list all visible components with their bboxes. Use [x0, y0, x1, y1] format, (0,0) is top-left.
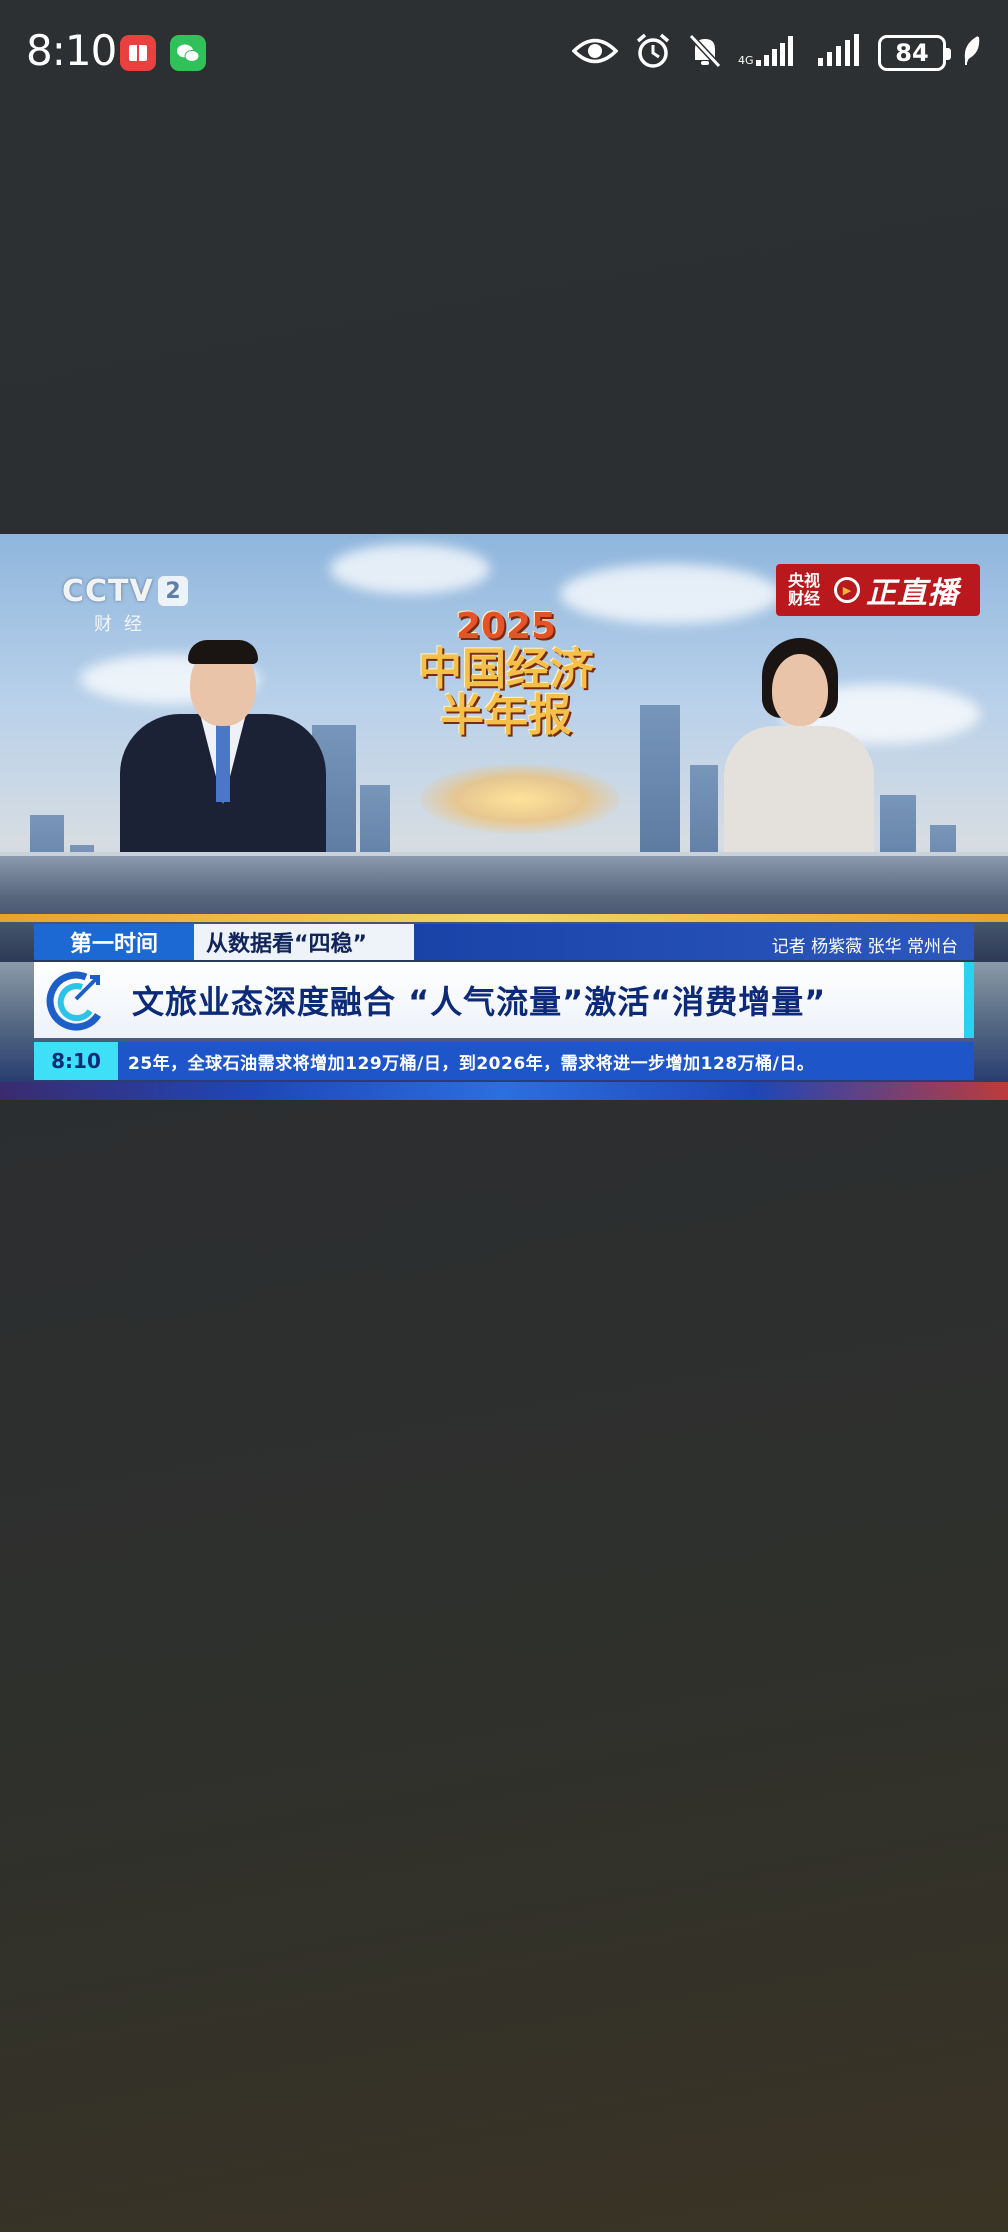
- show-title-line2: 半年报: [440, 690, 572, 742]
- studio-glow: [420, 764, 620, 834]
- signal-1-icon: 4G: [738, 34, 800, 72]
- notification-app-icon: [120, 35, 156, 71]
- live-brand-line1: 央视: [787, 571, 820, 591]
- video-player[interactable]: CCTV 2 财经 2025 中国经济 半年报 央视 财经 ▶ 正直播 第一时间…: [0, 534, 1008, 1100]
- channel-number: 2: [158, 576, 188, 606]
- lower-third-top: 第一时间 从数据看“四稳” 记者 杨紫薇 张华 常州台: [34, 924, 974, 960]
- show-year: 2025: [455, 606, 557, 647]
- show-title: 2025 中国经济 半年报: [390, 606, 622, 739]
- news-ticker: 8:10 25年，全球石油需求将增加129万桶/日，到2026年，需求将进一步增…: [34, 1042, 974, 1080]
- battery-level: 84: [895, 39, 929, 67]
- battery-indicator: 84: [878, 35, 951, 71]
- live-label: 正直播: [866, 576, 959, 611]
- anchor-tie: [216, 722, 230, 802]
- female-anchor: [722, 614, 882, 866]
- lower-third-base: [0, 1082, 1008, 1100]
- anchor-hair: [188, 640, 258, 664]
- live-brand: 央视 财经: [776, 572, 828, 607]
- ticker-clock: 8:10: [34, 1042, 118, 1080]
- live-brand-line2: 财经: [787, 589, 820, 608]
- show-title-line1: 中国经济: [418, 644, 594, 695]
- bell-muted-icon: [688, 33, 722, 73]
- desk-stripe: [0, 914, 1008, 922]
- signal-2-icon: [816, 34, 862, 72]
- program-name: 第一时间: [34, 924, 194, 960]
- segment-name: 从数据看“四稳”: [194, 924, 414, 960]
- status-bar: 8:10 4G 84: [0, 0, 1008, 110]
- lower-third-fill: 记者 杨紫薇 张华 常州台: [414, 924, 974, 960]
- ticker-text: 25年，全球石油需求将增加129万桶/日，到2026年，需求将进一步增加128万…: [128, 1053, 815, 1074]
- wechat-icon: [170, 35, 206, 71]
- headline-text: 文旅业态深度融合 “人气流量”激活“消费增量”: [132, 983, 827, 1021]
- eye-icon: [571, 36, 619, 70]
- reporter-credit: 记者 杨紫薇 张华 常州台: [771, 937, 958, 957]
- cloud: [330, 544, 490, 594]
- anchor-head: [772, 654, 828, 726]
- play-icon: ▶: [834, 577, 860, 603]
- svg-text:4G: 4G: [738, 54, 754, 67]
- headline-bar: 文旅业态深度融合 “人气流量”激活“消费增量”: [34, 962, 974, 1038]
- male-anchor: [120, 604, 330, 874]
- status-time: 8:10: [26, 26, 117, 75]
- alarm-icon: [634, 32, 672, 74]
- channel-arc-icon: [46, 969, 108, 1031]
- anchor-jacket: [724, 726, 874, 866]
- leaf-icon: [962, 35, 982, 71]
- live-badge: 央视 财经 ▶ 正直播: [776, 564, 980, 616]
